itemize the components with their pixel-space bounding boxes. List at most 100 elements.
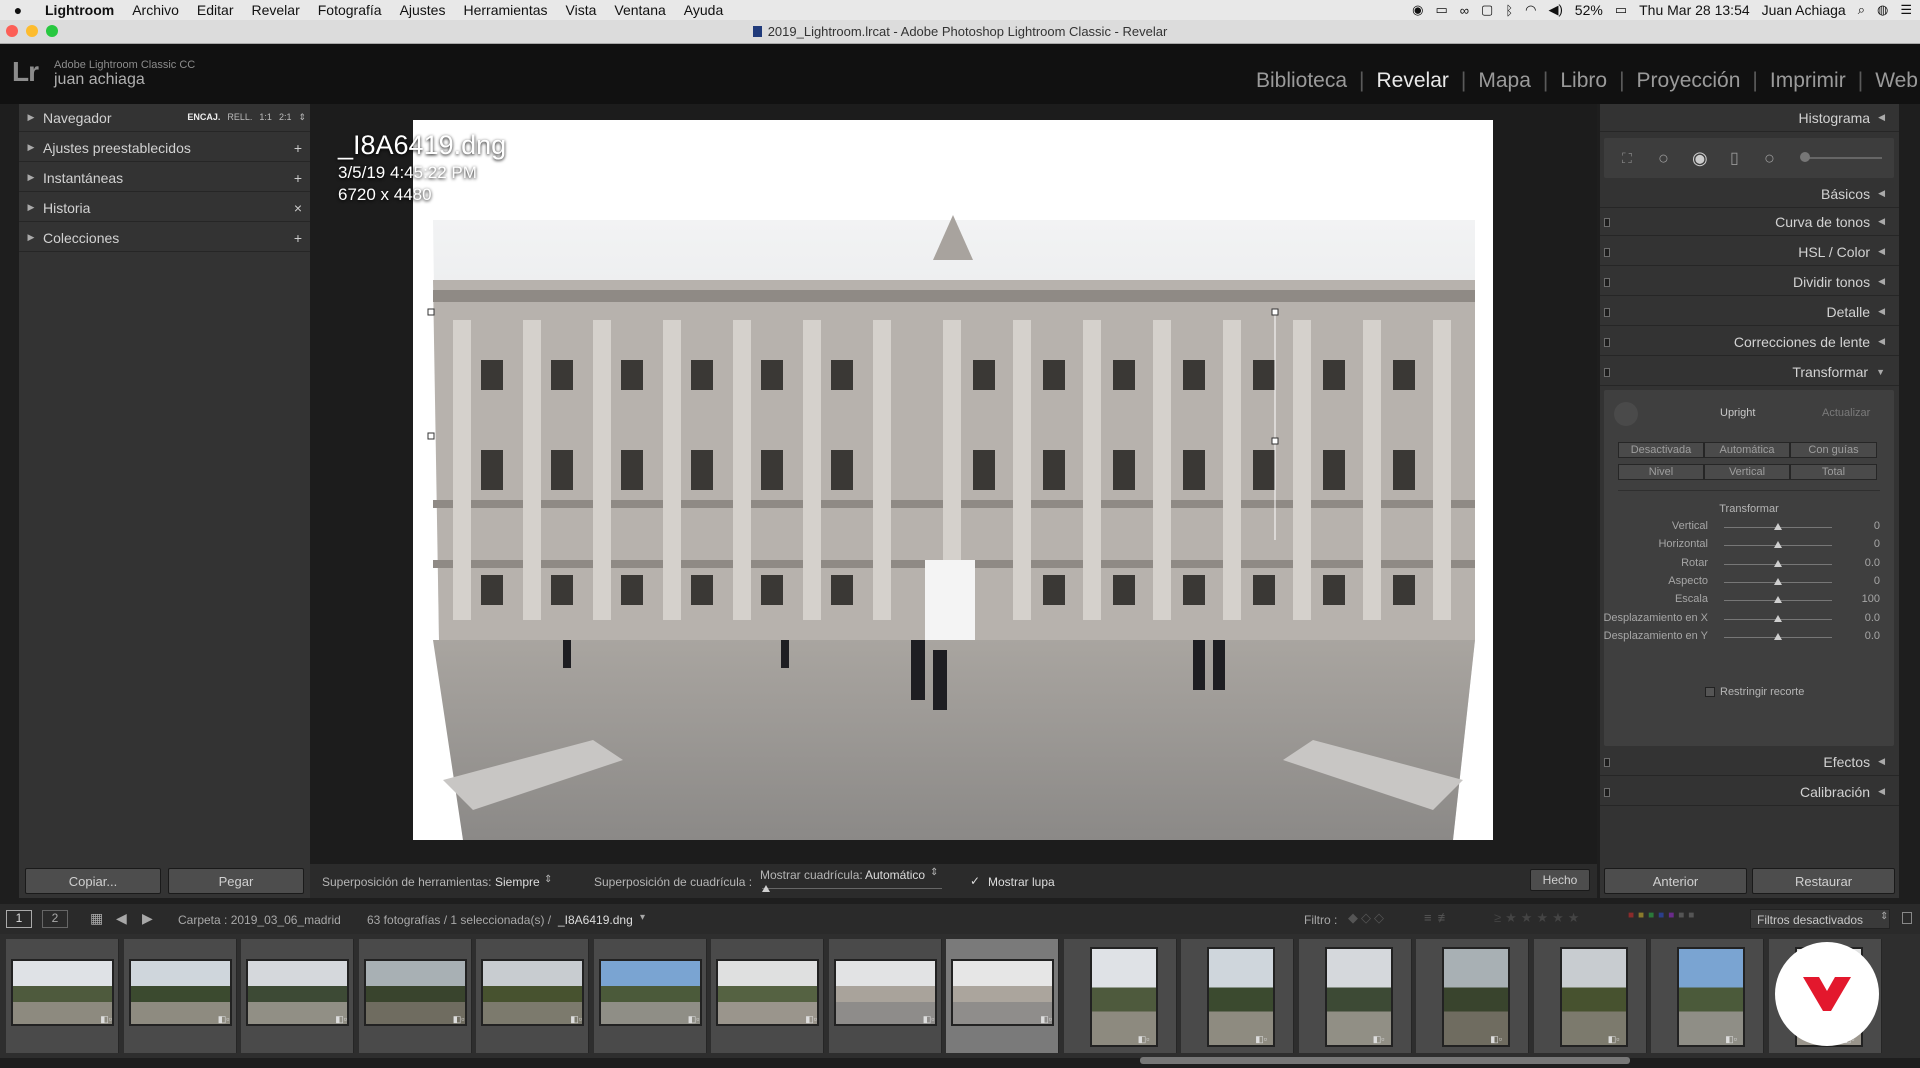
panel-toggle[interactable] [1604,218,1610,227]
dropdown-arrows-icon[interactable]: ⇕ [544,874,552,885]
grid-view-icon[interactable]: ▦ [90,910,103,927]
menubar-datetime[interactable]: Thu Mar 28 13:54 [1639,2,1750,18]
filmstrip-thumbnail[interactable]: ◧▫ [1063,939,1177,1053]
split-toning-header[interactable]: Dividir tonos ◀ [1600,268,1899,296]
snapshots-header[interactable]: ▶ Instantáneas + [19,164,310,192]
folder-source[interactable]: Carpeta : 2019_03_06_madrid [178,913,341,927]
slider-knob[interactable] [1774,596,1782,604]
display-icon[interactable]: ▭ [1435,2,1447,18]
flag-filter-icons[interactable]: ◆◇◇ [1348,910,1387,926]
dropdown-arrow-icon[interactable]: ▾ [640,912,645,923]
dropdown-arrows-icon[interactable]: ⇕ [930,867,938,878]
bluetooth-icon[interactable]: ᛒ [1505,3,1513,18]
brush-slider[interactable] [1802,157,1882,159]
filmstrip-thumbnail[interactable]: ◧▫ [711,939,824,1053]
slider-knob[interactable] [1774,577,1782,585]
slider-knob[interactable] [1774,632,1782,640]
clear-history-icon[interactable]: × [294,200,302,216]
module-revelar[interactable]: Revelar [1365,69,1461,93]
menu-ventana[interactable]: Ventana [605,2,674,18]
upright-vertical-button[interactable]: Vertical [1704,464,1790,480]
filmstrip-thumbnail[interactable]: ◧▫ [1416,939,1529,1053]
grid-size-slider[interactable] [762,888,942,889]
zoom-fill[interactable]: RELL. [227,112,252,123]
done-button[interactable]: Hecho [1530,869,1590,891]
filmstrip-thumbnail[interactable]: ◧▫ [1298,939,1412,1053]
module-biblioteca[interactable]: Biblioteca [1244,69,1359,93]
forward-arrow-icon[interactable]: ▶ [142,910,153,927]
update-button[interactable]: Actualizar [1822,407,1870,419]
transform-slider-row[interactable]: Rotar 0.0 [1604,555,1894,573]
menu-archivo[interactable]: Archivo [123,2,188,18]
rating-filter-stars[interactable]: ≥★★★★★ [1494,910,1583,926]
transform-slider-row[interactable]: Desplazamiento en Y 0.0 [1604,628,1894,646]
filmstrip-thumbnail[interactable]: ◧▫ [123,939,237,1053]
zoom-dropdown-icon[interactable]: ⇕ [298,112,306,123]
battery-icon[interactable]: ▭ [1615,2,1627,18]
slider-value[interactable]: 0 [1874,520,1880,532]
close-window-button[interactable] [6,25,18,37]
slider-knob[interactable] [1774,523,1782,530]
menu-vista[interactable]: Vista [557,2,606,18]
siri-icon[interactable]: ◍ [1877,2,1888,18]
calibration-header[interactable]: Calibración ◀ [1600,778,1899,806]
spot-removal-icon[interactable]: ○ [1658,148,1669,169]
filmstrip-thumbnail[interactable]: ◧▫ [476,939,589,1053]
upright-level-button[interactable]: Nivel [1618,464,1704,480]
slider-value[interactable]: 0.0 [1865,630,1880,642]
menu-revelar[interactable]: Revelar [242,2,308,18]
filmstrip-thumbnail[interactable]: ◧▫ [1181,939,1294,1053]
menu-app[interactable]: Lightroom [36,2,123,18]
filmstrip-thumbnail[interactable]: ◧▫ [358,939,472,1053]
screen-1-button[interactable]: 1 [6,910,32,928]
reset-button[interactable]: Restaurar [1752,868,1895,894]
transform-slider-row[interactable]: Horizontal 0 [1604,536,1894,554]
history-header[interactable]: ▶ Historia × [19,194,310,222]
filmstrip-thumbnail[interactable]: ◧▫ [593,939,707,1053]
module-imprimir[interactable]: Imprimir [1758,69,1858,93]
brush-slider-knob[interactable] [1800,152,1810,162]
slider-knob[interactable] [1774,614,1782,622]
filmstrip-thumbnail[interactable]: ◧▫ [6,939,119,1053]
creative-cloud-icon[interactable]: ∞ [1460,3,1469,18]
panel-toggle[interactable] [1604,248,1610,257]
module-web[interactable]: Web [1863,69,1920,93]
collections-header[interactable]: ▶ Colecciones + [19,224,310,252]
panel-toggle[interactable] [1604,308,1610,317]
slider-knob[interactable] [1774,559,1782,567]
upright-off-button[interactable]: Desactivada [1618,442,1704,458]
slider-value[interactable]: 0.0 [1865,612,1880,624]
tone-curve-header[interactable]: Curva de tonos ◀ [1600,208,1899,236]
transform-slider-row[interactable]: Aspecto 0 [1604,573,1894,591]
crop-tool-icon[interactable]: ⛶ [1622,150,1632,167]
notification-center-icon[interactable]: ☰ [1900,2,1912,18]
menu-fotografia[interactable]: Fotografía [309,2,391,18]
transform-slider-row[interactable]: Escala 100 [1604,591,1894,609]
minimize-window-button[interactable] [26,25,38,37]
previous-button[interactable]: Anterior [1604,868,1747,894]
menu-ajustes[interactable]: Ajustes [391,2,455,18]
upright-auto-button[interactable]: Automática [1704,442,1790,458]
zoom-window-button[interactable] [46,25,58,37]
filmstrip-thumbnail[interactable]: ◧▫ [1533,939,1647,1053]
slider-value[interactable]: 0 [1874,538,1880,550]
filmstrip-thumbnail[interactable]: ◧▫ [946,939,1059,1053]
upright-target-icon[interactable] [1614,402,1638,426]
photo-canvas[interactable] [413,120,1493,840]
status-filter-icons[interactable]: ≡≢ [1424,910,1457,925]
filmstrip-thumbnail[interactable]: ◧▫ [1651,939,1764,1053]
transform-slider-row[interactable]: Desplazamiento en X 0.0 [1603,610,1894,628]
filter-preset-select[interactable]: Filtros desactivados [1750,909,1890,929]
color-filter-swatches[interactable]: ■■■■■■■ [1628,910,1698,921]
menu-editar[interactable]: Editar [188,2,243,18]
transform-header[interactable]: Transformar ▼ [1600,358,1899,386]
spotlight-search-icon[interactable]: ⌕ [1858,2,1865,18]
add-snapshot-icon[interactable]: + [294,170,302,186]
apple-icon[interactable]: ● [0,2,36,18]
selected-filename[interactable]: _I8A6419.dng [558,913,633,927]
navigator-header[interactable]: ▶ Navegador ENCAJ. RELL. 1:1 2:1 ⇕ [19,104,310,132]
upright-full-button[interactable]: Total [1790,464,1877,480]
filmstrip-thumbnail[interactable]: ◧▫ [828,939,942,1053]
tool-overlay-select[interactable]: Siempre [495,875,540,889]
show-grid-select[interactable]: Automático [865,868,925,882]
